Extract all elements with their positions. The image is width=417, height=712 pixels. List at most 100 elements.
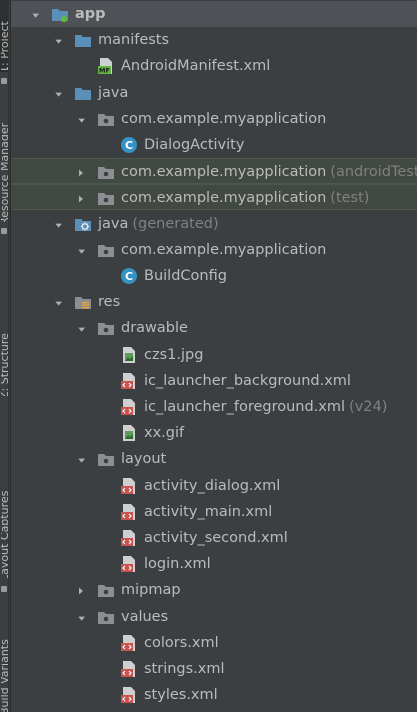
class-icon: C [120, 267, 138, 285]
manifest-file-icon: MF [97, 57, 115, 75]
tree-node-label: res [98, 293, 120, 311]
xml-file-icon [120, 555, 138, 573]
tree-node-login-xml[interactable]: login.xml [11, 551, 417, 577]
package-icon [97, 319, 115, 337]
tree-node-java[interactable]: java [11, 80, 417, 106]
tree-node-values[interactable]: values [11, 604, 417, 630]
project-tool-window: 1: Project Resource Manager Z: Structure… [0, 0, 417, 712]
tree-node-manifests[interactable]: manifests [11, 27, 417, 53]
tree-node-label: com.example.myapplication (androidTest) [121, 163, 417, 181]
chevron-down-icon[interactable] [77, 322, 89, 334]
resource-folder-icon [74, 293, 92, 311]
tree-node-text: styles.xml [144, 687, 218, 704]
tab-resource-manager[interactable]: Resource Manager [1, 96, 8, 222]
tree-node-activity-dialog-xml[interactable]: activity_dialog.xml [11, 473, 417, 499]
tree-node-suffix: (androidTest) [330, 164, 417, 181]
chevron-down-icon[interactable] [54, 218, 66, 230]
tree-node-text: ic_launcher_background.xml [144, 372, 351, 389]
tree-node-com-example-myapplication[interactable]: com.example.myapplication [11, 237, 417, 263]
tab-structure[interactable]: Z: Structure [1, 320, 8, 396]
tree-node-drawable[interactable]: drawable [11, 315, 417, 341]
chevron-right-icon[interactable] [77, 192, 89, 204]
package-icon [97, 450, 115, 468]
tree-node-dialogactivity[interactable]: C DialogActivity [11, 132, 417, 158]
tree-node-text: BuildConfig [144, 268, 227, 284]
tree-node-label: layout [121, 450, 166, 468]
chevron-down-icon[interactable] [77, 113, 89, 125]
chevron-down-icon[interactable] [77, 453, 89, 465]
tree-node-androidmanifest-xml[interactable]: MF AndroidManifest.xml [11, 53, 417, 79]
tree-node-strings-xml[interactable]: strings.xml [11, 656, 417, 682]
tree-node-label: AndroidManifest.xml [121, 57, 270, 75]
tree-node-com-example-myapplication[interactable]: com.example.myapplication [11, 106, 417, 132]
tree-node-text: strings.xml [144, 661, 225, 677]
tree-node-text: colors.xml [144, 634, 219, 651]
tree-node-app[interactable]: app [11, 1, 417, 27]
tree-node-text: drawable [121, 320, 188, 337]
tree-node-activity-second-xml[interactable]: activity_second.xml [11, 525, 417, 551]
tree-node-com-example-myapplication-androidtest[interactable]: com.example.myapplication (androidTest) [11, 158, 417, 185]
tree-node-activity-main-xml[interactable]: activity_main.xml [11, 499, 417, 525]
xml-file-icon [120, 503, 138, 521]
package-icon [97, 189, 115, 207]
tree-node-label: java [98, 84, 128, 102]
tree-node-label: activity_main.xml [144, 503, 272, 521]
tree-node-text: mipmap [121, 582, 181, 599]
xml-file-icon [120, 634, 138, 652]
generated-source-folder-icon [74, 215, 92, 233]
tree-node-styles-xml[interactable]: styles.xml [11, 682, 417, 708]
tree-node-text: activity_dialog.xml [144, 477, 281, 494]
chevron-down-icon[interactable] [31, 8, 43, 20]
chevron-down-icon[interactable] [54, 296, 66, 308]
chevron-down-icon[interactable] [77, 611, 89, 623]
image-file-icon [120, 346, 138, 364]
tree-node-text: activity_main.xml [144, 503, 273, 520]
chevron-down-icon[interactable] [54, 34, 66, 46]
tab-layout-captures[interactable]: Layout Captures [1, 452, 8, 578]
package-icon [97, 241, 115, 259]
tree-node-java-generated[interactable]: java (generated) [11, 211, 417, 237]
tree-node-czs1-jpg[interactable]: czs1.jpg [11, 342, 417, 368]
build-variants-icon [1, 586, 7, 592]
svg-text:C: C [125, 139, 133, 152]
tree-node-label: login.xml [144, 555, 211, 573]
tool-window-strip: 1: Project Resource Manager Z: Structure… [0, 0, 9, 712]
chevron-right-icon[interactable] [77, 584, 89, 596]
tree-node-suffix: (generated) [132, 215, 219, 232]
tree-node-label: ic_launcher_background.xml [144, 372, 351, 390]
tree-node-label: mipmap [121, 581, 181, 599]
tree-node-ic-launcher-foreground-xml-v24[interactable]: ic_launcher_foreground.xml (v24) [11, 394, 417, 420]
tree-node-com-example-myapplication-test[interactable]: com.example.myapplication (test) [11, 184, 417, 211]
tree-node-text: manifests [98, 32, 170, 49]
tree-node-xx-gif[interactable]: xx.gif [11, 420, 417, 446]
tree-node-label: manifests [98, 31, 169, 49]
tree-node-label: colors.xml [144, 634, 219, 652]
tree-node-text: DialogActivity [144, 137, 245, 153]
structure-icon [1, 228, 7, 234]
tree-node-suffix: (v24) [349, 399, 388, 415]
tree-node-text: java [98, 215, 129, 232]
tree-node-colors-xml[interactable]: colors.xml [11, 630, 417, 656]
tree-node-layout[interactable]: layout [11, 446, 417, 472]
tree-node-text: java [98, 84, 129, 101]
tree-node-ic-launcher-background-xml[interactable]: ic_launcher_background.xml [11, 368, 417, 394]
chevron-right-icon[interactable] [77, 166, 89, 178]
tab-project[interactable]: 1: Project [1, 0, 8, 70]
tree-node-buildconfig[interactable]: C BuildConfig [11, 263, 417, 289]
tree-node-label: app [75, 5, 106, 23]
chevron-down-icon[interactable] [54, 87, 66, 99]
package-icon [97, 163, 115, 181]
tree-node-label: czs1.jpg [144, 346, 203, 364]
tab-build-variants[interactable]: Build Variants [1, 610, 8, 712]
tree-node-text: res [98, 294, 121, 311]
svg-text:MF: MF [99, 67, 110, 75]
tree-node-text: czs1.jpg [144, 346, 204, 363]
xml-file-icon [120, 477, 138, 495]
tree-node-mipmap[interactable]: mipmap [11, 577, 417, 603]
chevron-down-icon[interactable] [77, 244, 89, 256]
tree-node-res[interactable]: res [11, 289, 417, 315]
tree-node-text: xx.gif [144, 425, 185, 442]
tree-node-text: ic_launcher_foreground.xml [144, 399, 346, 415]
tree-node-label: styles.xml [144, 686, 218, 704]
package-icon [97, 608, 115, 626]
